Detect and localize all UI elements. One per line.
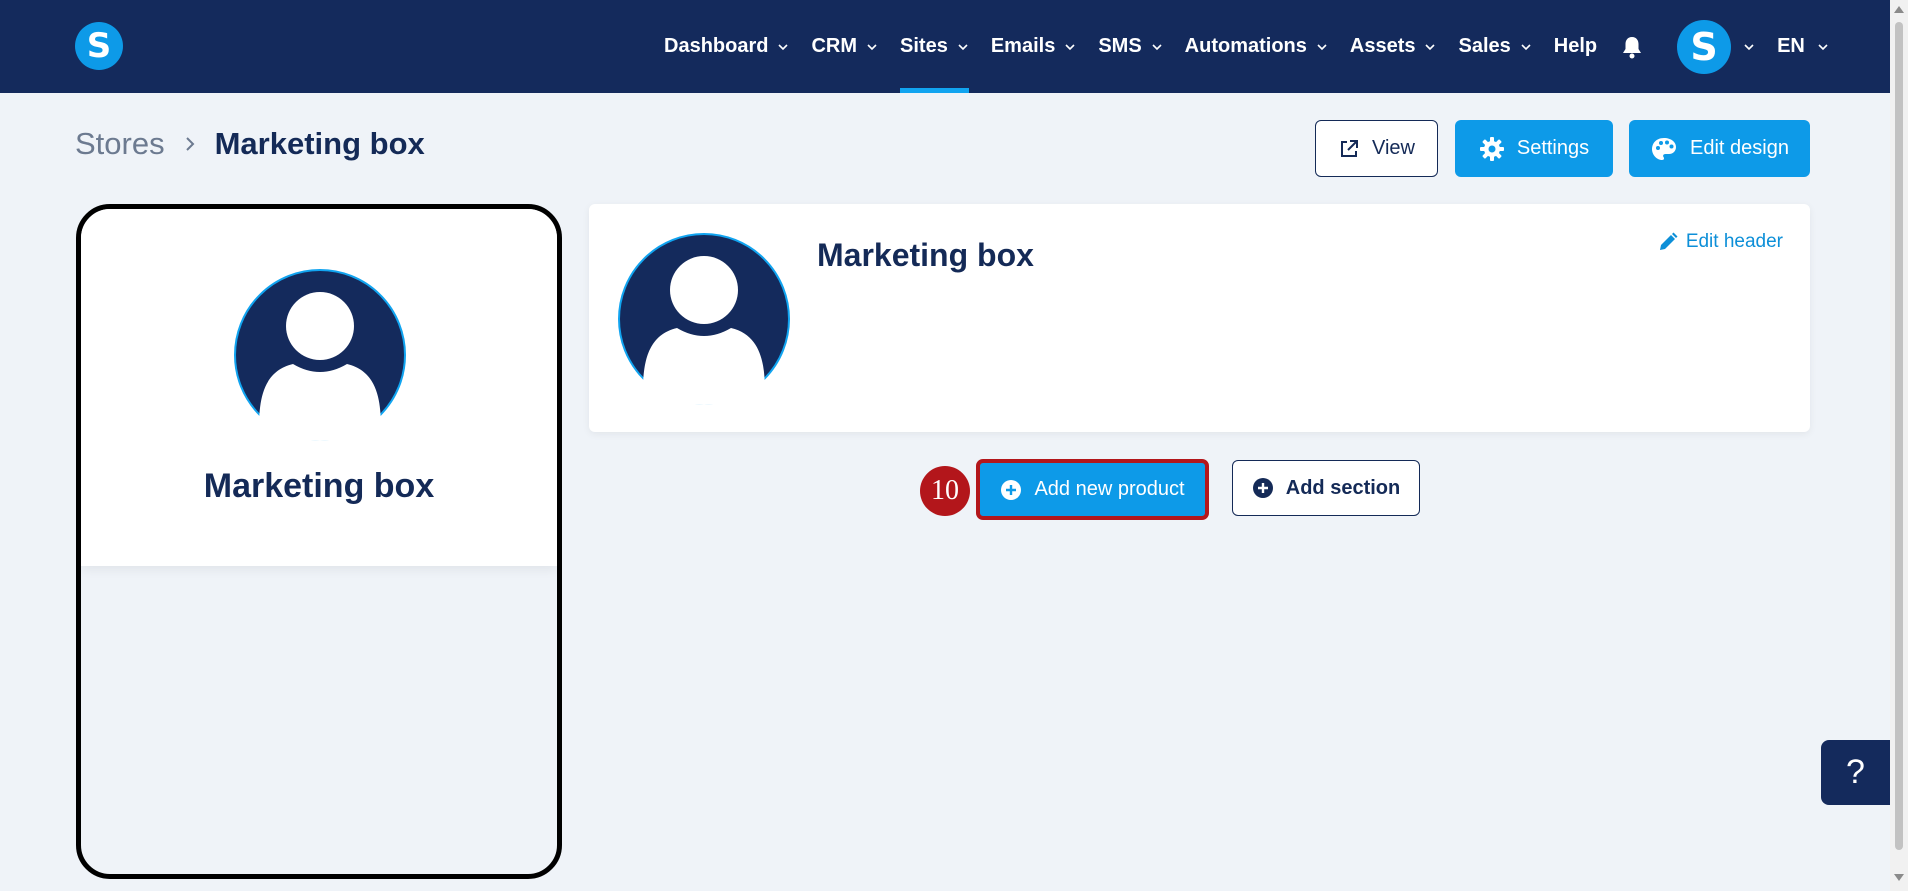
help-widget-button[interactable]: ? xyxy=(1821,740,1890,805)
plus-circle-icon xyxy=(1001,479,1022,500)
nav-item-label: Dashboard xyxy=(664,35,769,57)
edit-design-button[interactable]: Edit design xyxy=(1629,120,1810,177)
main-menu: Dashboard CRM Sites Emails SMS Automatio… xyxy=(664,0,1829,93)
chevron-down-icon xyxy=(1521,43,1531,50)
preview-store-name: Marketing box xyxy=(203,467,435,505)
nav-item-label: Sales xyxy=(1458,35,1511,57)
nav-item-label: Automations xyxy=(1184,35,1307,57)
scroll-up-arrow-icon[interactable] xyxy=(1894,6,1904,13)
plus-circle-icon xyxy=(1252,478,1273,498)
language-selector[interactable]: EN xyxy=(1777,35,1829,58)
language-label: EN xyxy=(1777,35,1805,57)
user-avatar[interactable]: S xyxy=(1677,19,1732,74)
chevron-down-icon xyxy=(958,43,968,50)
nav-item-sms[interactable]: SMS xyxy=(1098,0,1162,93)
nav-item-label: SMS xyxy=(1098,35,1142,57)
nav-item-emails[interactable]: Emails xyxy=(991,0,1076,93)
view-button-label: View xyxy=(1372,137,1415,159)
chevron-down-icon xyxy=(1317,43,1327,50)
chevron-down-icon xyxy=(1818,43,1828,50)
page-title: Marketing box xyxy=(214,126,425,161)
chevron-right-icon xyxy=(185,137,195,151)
nav-item-automations[interactable]: Automations xyxy=(1185,0,1328,93)
nav-item-label: Assets xyxy=(1349,35,1416,57)
chevron-down-icon xyxy=(1152,43,1162,50)
nav-item-sites[interactable]: Sites xyxy=(900,0,969,93)
external-link-icon xyxy=(1341,139,1358,157)
mobile-preview: Marketing box xyxy=(76,204,562,879)
nav-item-crm[interactable]: CRM xyxy=(811,0,878,93)
nav-item-dashboard[interactable]: Dashboard xyxy=(664,0,789,93)
add-section-button[interactable]: Add section xyxy=(1232,460,1420,516)
chevron-down-icon xyxy=(1065,43,1075,50)
bell-icon[interactable] xyxy=(1621,35,1643,59)
nav-item-label: Sites xyxy=(900,35,948,57)
edit-design-button-label: Edit design xyxy=(1690,137,1789,159)
chevron-down-icon[interactable] xyxy=(1743,41,1755,53)
breadcrumb-stores-link[interactable]: Stores xyxy=(75,126,165,162)
top-navbar: S Dashboard CRM Sites Emails SMS Automat… xyxy=(0,0,1890,93)
breadcrumb: Stores Marketing box xyxy=(75,126,425,162)
chevron-down-icon xyxy=(867,43,877,50)
pencil-icon xyxy=(1659,232,1678,250)
edit-header-link[interactable]: Edit header xyxy=(1658,231,1783,253)
step-number-badge: 10 xyxy=(920,466,970,516)
scroll-down-arrow-icon[interactable] xyxy=(1894,874,1904,881)
view-button[interactable]: View xyxy=(1315,120,1438,177)
preview-header: Marketing box xyxy=(81,209,557,566)
settings-button-label: Settings xyxy=(1516,137,1590,159)
settings-button[interactable]: Settings xyxy=(1455,120,1613,177)
add-new-product-label: Add new product xyxy=(1034,478,1185,500)
nav-item-sales[interactable]: Sales xyxy=(1458,0,1531,93)
palette-icon xyxy=(1652,137,1677,160)
chevron-down-icon xyxy=(778,43,789,50)
nav-item-label: Help xyxy=(1553,35,1598,57)
store-header-card: Marketing box Edit header xyxy=(589,204,1810,432)
nav-item-label: CRM xyxy=(811,35,858,57)
store-name-heading: Marketing box xyxy=(817,237,1034,273)
store-avatar-icon xyxy=(234,269,406,441)
page-scrollbar[interactable] xyxy=(1890,0,1908,891)
scroll-thumb[interactable] xyxy=(1895,22,1903,850)
store-avatar-icon[interactable] xyxy=(617,232,791,406)
chevron-down-icon xyxy=(1425,43,1436,50)
nav-item-assets[interactable]: Assets xyxy=(1350,0,1437,93)
app-logo[interactable]: S xyxy=(75,22,123,70)
gear-icon xyxy=(1479,136,1504,161)
edit-header-label: Edit header xyxy=(1685,231,1783,252)
add-section-label: Add section xyxy=(1285,476,1401,499)
nav-item-label: Emails xyxy=(990,35,1056,57)
nav-item-help[interactable]: Help xyxy=(1554,0,1597,93)
add-new-product-button[interactable]: Add new product xyxy=(976,459,1209,520)
